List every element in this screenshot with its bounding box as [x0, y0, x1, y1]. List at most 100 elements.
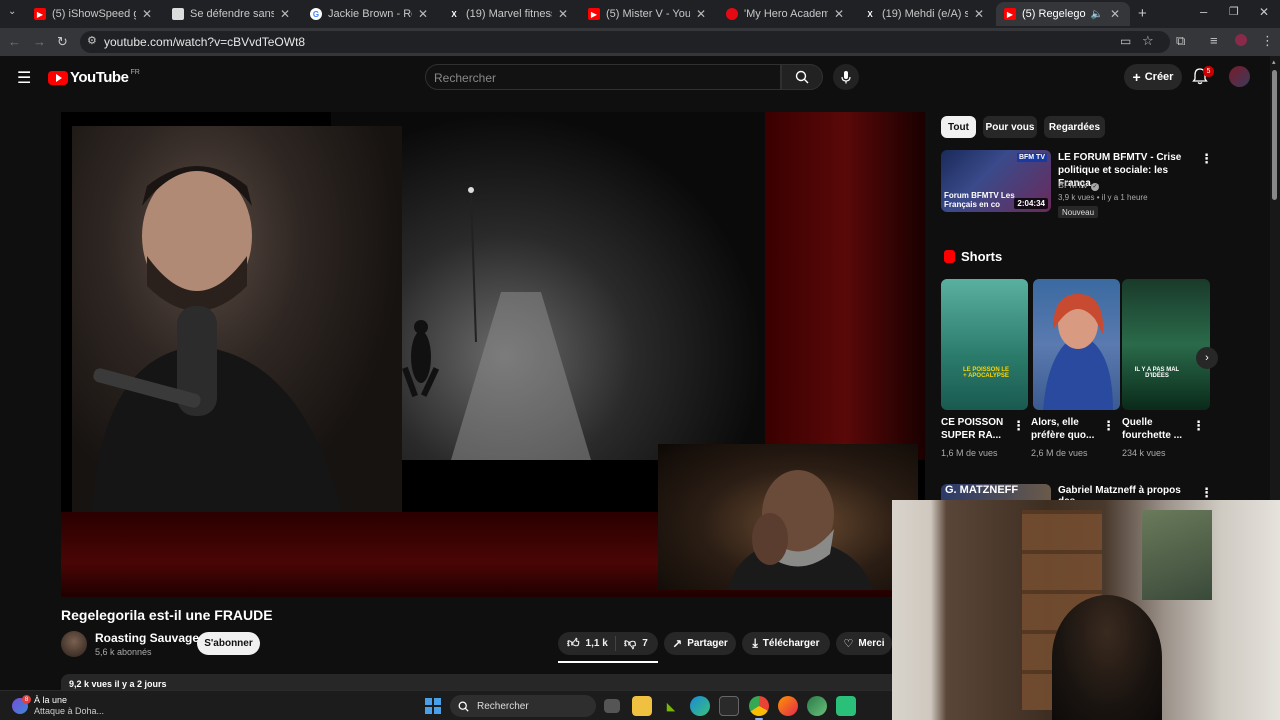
shorts-logo-icon — [944, 250, 955, 263]
forward-icon[interactable]: → — [33, 34, 46, 49]
taskbar-search[interactable]: Rechercher — [450, 695, 596, 717]
cast-icon[interactable]: ▭ — [1120, 34, 1131, 48]
start-button[interactable] — [425, 698, 441, 714]
close-tab-icon[interactable]: ✕ — [972, 7, 986, 21]
more-options-icon[interactable]: ⋮ — [1200, 485, 1213, 501]
chip-all[interactable]: Tout — [941, 116, 976, 138]
site-info-icon[interactable]: ⚙ — [87, 34, 97, 47]
more-options-icon[interactable]: ⋮ — [1192, 418, 1205, 434]
bookmark-star-icon[interactable]: ☆ — [1142, 33, 1154, 49]
close-tab-icon[interactable]: ✕ — [416, 7, 430, 21]
more-options-icon[interactable]: ⋮ — [1102, 418, 1115, 434]
close-tab-icon[interactable]: ✕ — [278, 7, 292, 21]
short-views-2: 2,6 M de vues — [1031, 448, 1088, 458]
close-tab-icon[interactable]: ✕ — [1108, 7, 1122, 21]
tab-2[interactable]: Se défendre sans avocat ✕ — [164, 2, 300, 26]
address-bar[interactable]: ⚙ youtube.com/watch?v=cBVvdTeOWt8 — [80, 31, 1170, 53]
short-thumbnail-3[interactable]: IL Y A PAS MAL D'IDÉES — [1122, 279, 1210, 410]
webcam-person-graphic — [1052, 595, 1162, 720]
plus-icon: + — [1132, 69, 1141, 85]
short-title-2[interactable]: Alors, elle préfère quo... — [1031, 416, 1101, 442]
dislike-button[interactable]: 👎︎ 7 — [616, 636, 648, 651]
hamburger-menu-icon[interactable]: ☰ — [17, 68, 31, 88]
media-controls-icon[interactable]: ≡ — [1210, 33, 1218, 48]
channel-name-link[interactable]: Roasting Sauvage — [95, 631, 199, 645]
firefox-icon[interactable] — [778, 696, 798, 716]
like-ratio-bar — [558, 661, 658, 663]
reload-icon[interactable]: ↻ — [57, 34, 68, 50]
chrome-icon[interactable] — [749, 696, 769, 720]
windows-logo-icon — [425, 707, 432, 714]
youtube-favicon-icon: ▶ — [34, 8, 46, 20]
create-button[interactable]: + Créer — [1124, 64, 1182, 90]
like-count: 1,1 k — [585, 638, 608, 649]
tab-4[interactable]: X (19) Marvel fitness гк (@M ✕ — [440, 2, 578, 26]
profile-icon[interactable] — [1235, 34, 1247, 46]
channel-avatar[interactable] — [61, 631, 87, 657]
more-options-icon[interactable]: ⋮ — [1012, 418, 1025, 434]
news-widget-title[interactable]: À la une — [34, 695, 67, 705]
video-player[interactable] — [61, 112, 925, 597]
new-tab-icon[interactable]: + — [1138, 5, 1147, 22]
youtube-logo[interactable]: YouTube FR — [48, 69, 140, 86]
chip-for-you[interactable]: Pour vous — [983, 116, 1037, 138]
minimize-icon[interactable]: – — [1200, 4, 1207, 19]
tab-7[interactable]: X (19) Mehdi (e/A) sur X : "I ✕ — [856, 2, 994, 26]
subscribe-button[interactable]: S'abonner — [197, 632, 260, 655]
like-dislike-group: 👍︎ 1,1 k 👎︎ 7 — [558, 632, 658, 655]
share-label: Partager — [687, 638, 728, 649]
tab-1[interactable]: ▶ (5) iShowSpeed gets a Ch ✕ — [26, 2, 162, 26]
recommended-video-thumbnail[interactable]: BFM TV Forum BFMTV Les Français en co 2:… — [941, 150, 1051, 212]
thumbnail-overlay-text: G. MATZNEFF — [945, 484, 1019, 496]
search-input[interactable] — [434, 69, 774, 87]
search-button[interactable] — [781, 64, 823, 90]
short-thumbnail-1[interactable]: LE POISSON LE + APOCALYPSE — [941, 279, 1028, 410]
app-icon[interactable] — [836, 696, 856, 716]
scrollbar-thumb[interactable] — [1272, 70, 1277, 200]
short-views-1: 1,6 M de vues — [941, 448, 998, 458]
description-box[interactable]: 9,2 k vues il y a 2 jours — [61, 674, 901, 690]
edge-icon[interactable] — [690, 696, 710, 716]
tab-5[interactable]: ▶ (5) Mister V - YouTube ✕ — [580, 2, 716, 26]
more-options-icon[interactable]: ⋮ — [1200, 151, 1213, 167]
share-button[interactable]: ↗ Partager — [664, 632, 736, 655]
recommended-channel[interactable]: BFMTV ✓ — [1058, 180, 1100, 191]
chip-watched[interactable]: Regardées — [1044, 116, 1105, 138]
file-explorer-icon[interactable] — [632, 696, 652, 716]
close-tab-icon[interactable]: ✕ — [556, 7, 570, 21]
short-title-1[interactable]: CE POISSON SUPER RA... — [941, 416, 1011, 442]
short-title-3[interactable]: Quelle fourchette ... — [1122, 416, 1192, 442]
reaction-person-figure — [728, 470, 873, 590]
like-button[interactable]: 👍︎ 1,1 k — [558, 636, 616, 651]
task-view-icon[interactable] — [604, 699, 620, 713]
youtube-play-logo-icon — [48, 70, 68, 85]
news-widget-headline[interactable]: Attaque à Doha... — [34, 706, 104, 716]
close-tab-icon[interactable]: ✕ — [832, 7, 846, 21]
restore-icon[interactable]: ❐ — [1229, 5, 1239, 18]
edge-dev-icon[interactable] — [807, 696, 827, 716]
short-thumbnail-2[interactable] — [1033, 279, 1120, 410]
thanks-label: Merci — [858, 638, 885, 649]
extensions-icon[interactable]: ⧉ — [1176, 33, 1185, 49]
tab-6[interactable]: 'My Hero Academia' Live- ✕ — [718, 2, 854, 26]
microsoft-store-icon[interactable] — [719, 696, 739, 716]
nvidia-icon[interactable]: ◣ — [661, 696, 681, 716]
browser-menu-icon[interactable]: ⋮ — [1261, 33, 1274, 49]
tab-8-active[interactable]: ▶ (5) Regelegorila est-il 🔈 ✕ — [996, 2, 1130, 26]
shorts-next-button[interactable]: › — [1196, 347, 1218, 369]
microphone-icon — [841, 71, 851, 84]
account-avatar[interactable] — [1229, 66, 1250, 87]
tab-audio-icon[interactable]: 🔈 — [1090, 9, 1104, 20]
back-icon[interactable]: ← — [8, 34, 21, 49]
scroll-up-icon[interactable]: ▴ — [1272, 58, 1276, 66]
tab-3[interactable]: G Jackie Brown - Recherche ✕ — [302, 2, 438, 26]
download-button[interactable]: ⤓ Télécharger — [742, 632, 830, 655]
thanks-button[interactable]: ♡ Merci — [836, 632, 892, 655]
close-tab-icon[interactable]: ✕ — [694, 7, 708, 21]
voice-search-button[interactable] — [833, 64, 859, 90]
tab-search-icon[interactable]: ⌄ — [8, 6, 16, 17]
close-tab-icon[interactable]: ✕ — [140, 7, 154, 21]
close-window-icon[interactable]: ✕ — [1259, 5, 1269, 19]
streamer-camera-overlay — [72, 126, 402, 512]
taskbar-search-label: Rechercher — [477, 700, 529, 712]
